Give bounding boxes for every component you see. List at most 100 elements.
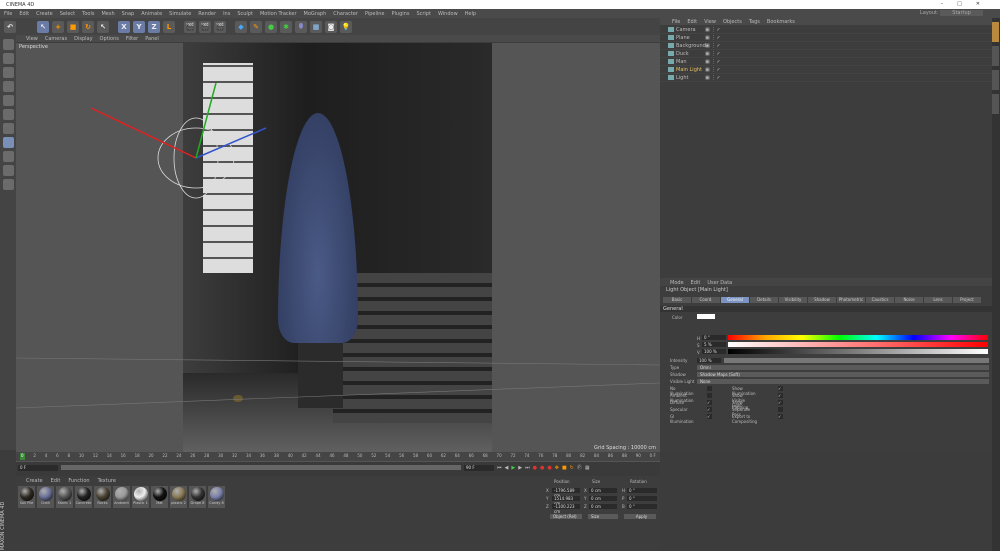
polygons-mode-icon[interactable] (2, 123, 14, 134)
object-menu-view[interactable]: View (704, 19, 716, 25)
render-view-icon[interactable]: 🎬 (184, 20, 196, 33)
rotation-field[interactable]: 0 ° (627, 496, 657, 501)
menu-edit[interactable]: Edit (19, 11, 29, 17)
end-frame-field[interactable]: 90 F (464, 464, 494, 471)
pen-icon[interactable]: ✎ (250, 20, 262, 33)
checkbox[interactable]: ✓ (778, 400, 783, 405)
tab-noise[interactable]: Noise (895, 297, 923, 303)
array-icon[interactable]: ✱ (280, 20, 292, 33)
material-swatch[interactable]: Soil Pile (18, 486, 35, 508)
light-gizmo[interactable] (16, 43, 660, 452)
checkbox[interactable] (778, 407, 783, 412)
checkbox[interactable] (707, 393, 712, 398)
menu-pipeline[interactable]: Pipeline (365, 11, 385, 17)
visibility-toggle-icon[interactable]: ▣ ⋮✓ (705, 35, 721, 41)
checkbox[interactable]: ✓ (707, 407, 712, 412)
shadow-dropdown[interactable]: Shadow Maps (Soft) (697, 372, 989, 377)
menu-character[interactable]: Character (333, 11, 358, 17)
material-swatch[interactable]: Mat (151, 486, 168, 508)
visibility-toggle-icon[interactable]: ▣ ⋮✓ (705, 75, 721, 81)
material-swatch[interactable]: Rocks (94, 486, 111, 508)
scale-icon[interactable]: ■ (67, 20, 79, 33)
solo-icon[interactable] (2, 179, 14, 190)
workplane-icon[interactable] (2, 81, 14, 92)
side-tab-structure[interactable] (992, 70, 999, 90)
attribute-menu-edit[interactable]: Edit (691, 280, 701, 286)
position-field[interactable]: 1514.983 cm (552, 496, 580, 506)
material-menu-create[interactable]: Create (26, 478, 43, 484)
points-mode-icon[interactable] (2, 95, 14, 106)
tab-photometric[interactable]: Photometric (837, 297, 865, 303)
next-key-icon[interactable]: ▶ (518, 465, 522, 471)
model-mode-icon[interactable] (2, 53, 14, 64)
move-icon[interactable]: + (52, 20, 64, 33)
visible-light-dropdown[interactable]: None (697, 379, 989, 384)
menu-file[interactable]: File (4, 11, 12, 17)
object-row[interactable]: Light ▣ ⋮✓ (660, 74, 992, 82)
material-swatch[interactable]: Ambient (113, 486, 130, 508)
tab-lens[interactable]: Lens (924, 297, 952, 303)
value-slider[interactable] (728, 349, 988, 354)
make-editable-icon[interactable] (2, 39, 14, 50)
menu-help[interactable]: Help (465, 11, 476, 17)
viewport[interactable]: Perspective Grid Spacing : 10000 cm (16, 43, 660, 452)
render-settings-icon[interactable]: 🎬 (214, 20, 226, 33)
intensity-slider[interactable] (724, 358, 989, 363)
key-scale-icon[interactable]: ■ (562, 465, 567, 471)
key-pla-icon[interactable]: ▦ (585, 465, 590, 471)
tab-visibility[interactable]: Visibility (779, 297, 807, 303)
frame-range-slider[interactable] (61, 465, 461, 470)
material-swatch[interactable]: Drape 8 (189, 486, 206, 508)
object-menu-file[interactable]: File (672, 19, 680, 25)
menu-create[interactable]: Create (36, 11, 53, 17)
object-row[interactable]: Plane ▣ ⋮✓ (660, 34, 992, 42)
subdivision-icon[interactable]: ● (265, 20, 277, 33)
position-field[interactable]: -1796.589 cm (552, 488, 580, 498)
start-frame-field[interactable]: 0 F (18, 464, 58, 471)
s-field[interactable]: 5 % (702, 342, 726, 347)
coordinate-mode-dropdown[interactable]: Object (Rel) (550, 514, 582, 519)
visibility-toggle-icon[interactable]: ▣ ⋮✓ (705, 43, 721, 49)
tab-caustics[interactable]: Caustics (866, 297, 894, 303)
axis-mode-icon[interactable] (2, 137, 14, 148)
menu-render[interactable]: Render (198, 11, 216, 17)
visibility-toggle-icon[interactable]: ▣ ⋮✓ (705, 59, 721, 65)
z-axis-button[interactable]: Z (148, 20, 160, 33)
material-swatch[interactable]: Concrete (75, 486, 92, 508)
h-field[interactable]: 0 ° (702, 335, 726, 340)
object-menu-tags[interactable]: Tags (749, 19, 760, 25)
material-swatch[interactable]: plastic 2 (170, 486, 187, 508)
menu-mograph[interactable]: MoGraph (304, 11, 327, 17)
edges-mode-icon[interactable] (2, 109, 14, 120)
menu-simulate[interactable]: Simulate (169, 11, 191, 17)
layout-value[interactable]: Startup (940, 10, 983, 16)
object-menu-bookmarks[interactable]: Bookmarks (767, 19, 795, 25)
checkbox[interactable]: ✓ (778, 414, 783, 419)
menu-tools[interactable]: Tools (82, 11, 94, 17)
menu-mesh[interactable]: Mesh (101, 11, 114, 17)
side-tab-content-browser[interactable] (992, 46, 999, 66)
tab-basic[interactable]: Basic (663, 297, 691, 303)
window-controls[interactable]: –□✕ (941, 1, 994, 7)
apply-button[interactable]: Apply (624, 514, 656, 519)
material-menu-texture[interactable]: Texture (98, 478, 116, 484)
object-row[interactable]: Main Light ▣ ⋮✓ (660, 66, 992, 74)
size-field[interactable]: 0 cm (589, 488, 617, 493)
saturation-slider[interactable] (728, 342, 988, 347)
tab-general[interactable]: General (721, 297, 749, 303)
attribute-menu-user-data[interactable]: User Data (707, 280, 732, 286)
material-swatch[interactable]: Cloth (37, 486, 54, 508)
play-icon[interactable]: ▶ (511, 465, 515, 471)
object-row[interactable]: Camera ▣ ⋮✓ (660, 26, 992, 34)
camera-icon[interactable]: ◙ (325, 20, 337, 33)
viewport-menu-view[interactable]: View (26, 36, 38, 42)
material-swatch[interactable]: Plastic 1 (132, 486, 149, 508)
tab-coord[interactable]: Coord. (692, 297, 720, 303)
keyframe-selection-icon[interactable]: ● (547, 465, 551, 471)
material-swatch[interactable]: Fabric 1 (56, 486, 73, 508)
coordinate-system-icon[interactable]: L (163, 20, 175, 33)
checkbox[interactable]: ✓ (778, 386, 783, 391)
object-menu-objects[interactable]: Objects (723, 19, 742, 25)
object-row[interactable]: Man ▣ ⋮✓ (660, 58, 992, 66)
go-to-end-icon[interactable]: ⏭ (525, 465, 530, 471)
